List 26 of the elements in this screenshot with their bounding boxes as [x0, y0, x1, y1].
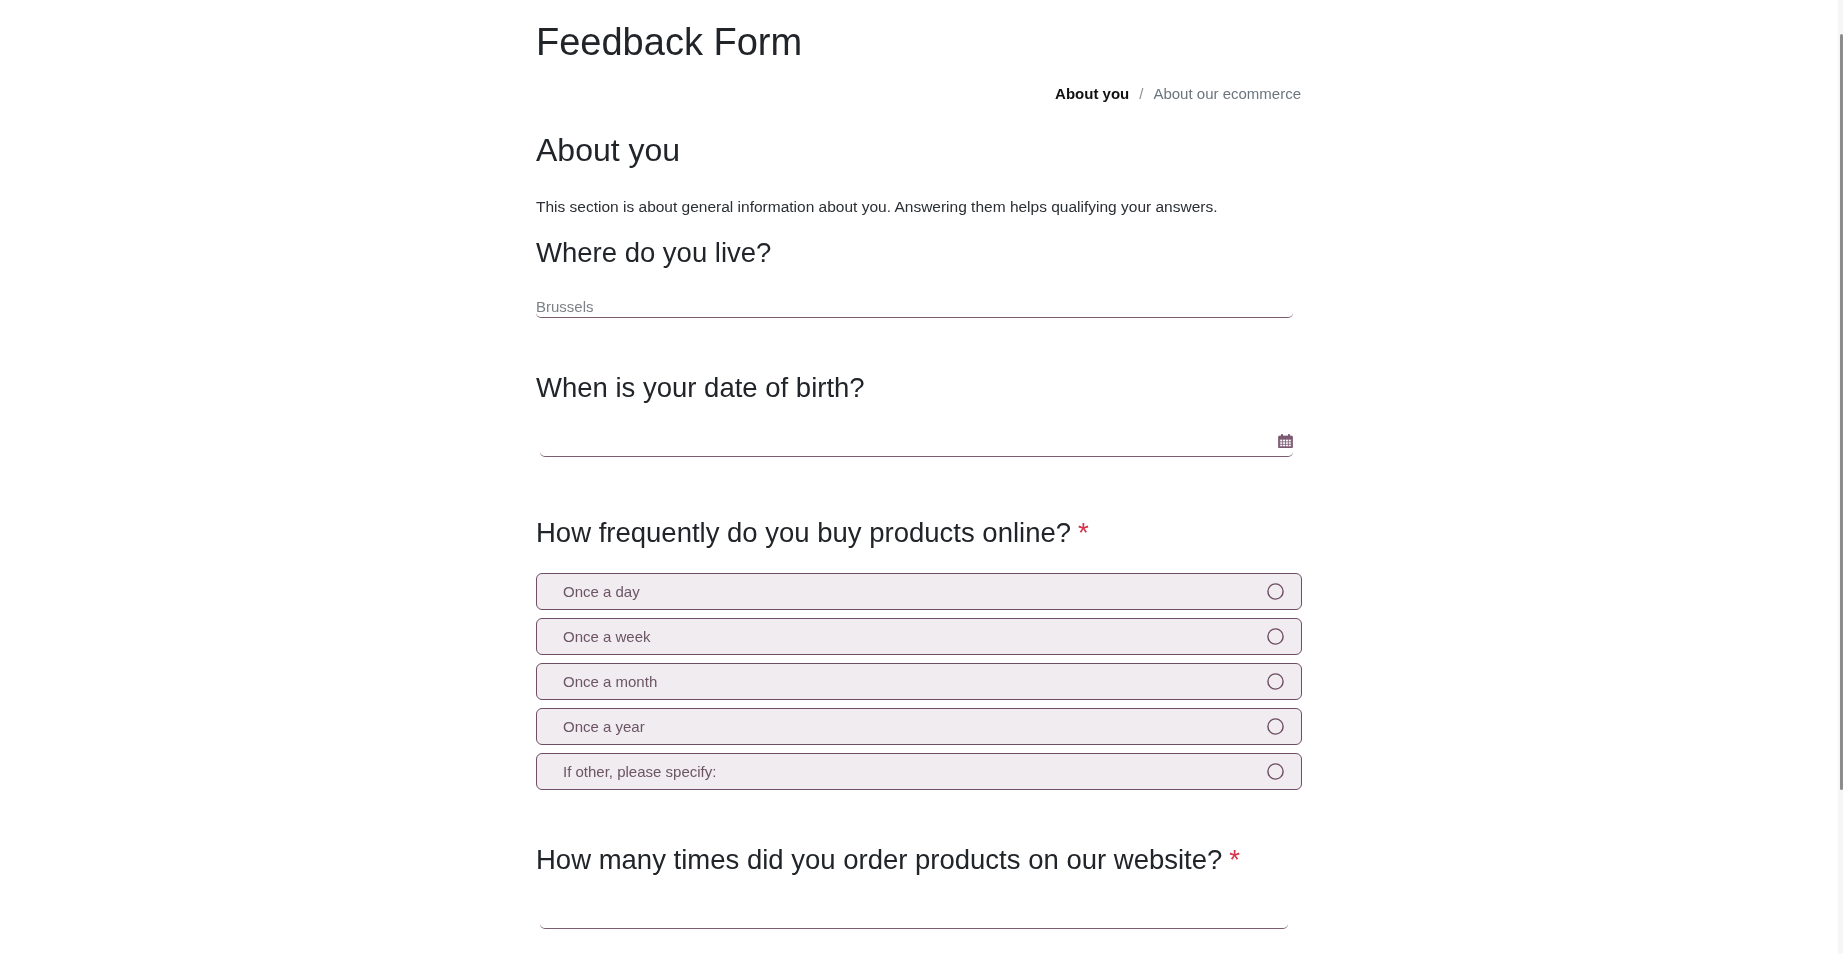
choice-option[interactable]: Once a day [536, 573, 1302, 610]
calendar-icon[interactable] [1278, 434, 1293, 448]
breadcrumb-link[interactable]: About you [1055, 84, 1130, 104]
radio-icon[interactable] [1267, 628, 1284, 645]
choice-option[interactable]: If other, please specify: [536, 753, 1302, 790]
radio-icon[interactable] [1267, 718, 1284, 735]
choice-option[interactable]: Once a year [536, 708, 1302, 745]
choice-option[interactable]: Once a week [536, 618, 1302, 655]
radio-icon[interactable] [1267, 763, 1284, 780]
required-mark: * [1078, 517, 1089, 549]
question-title: When is your date of birth? [536, 372, 865, 404]
section-heading: About you [536, 131, 682, 170]
question-title: How frequently do you buy products online? [536, 517, 1072, 549]
section-description: This section is about general information about you. Answering them helps qualifying your answers. [536, 197, 1219, 217]
scrollbar[interactable] [1838, 0, 1843, 954]
form-title: Feedback Form [536, 20, 804, 65]
breadcrumb-separator: / [1139, 84, 1144, 104]
radio-icon[interactable] [1267, 583, 1284, 600]
breadcrumb-link[interactable]: About our ecommerce [1153, 84, 1301, 104]
required-mark: * [1229, 844, 1240, 876]
question-title: How many times did you order products on our website? [536, 844, 1223, 876]
radio-icon[interactable] [1267, 673, 1284, 690]
scrollbar-thumb[interactable] [1840, 34, 1843, 790]
choice-option[interactable]: Once a month [536, 663, 1302, 700]
text-input[interactable]: Brussels [536, 295, 1293, 318]
question-title: Where do you live? [536, 237, 772, 269]
